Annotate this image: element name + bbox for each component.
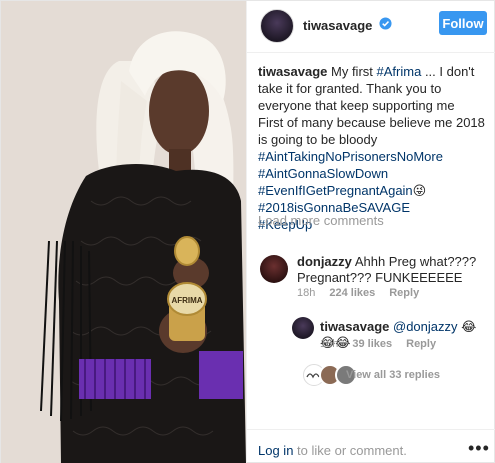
comment-username[interactable]: tiwasavage	[320, 319, 389, 334]
caption-hashtag-afrima[interactable]: #Afrima	[377, 64, 422, 79]
comment: donjazzy Ahhh Preg what???? Pregnant??? …	[297, 254, 487, 286]
post-caption: tiwasavage My first #Afrima ... I don't …	[258, 63, 490, 233]
avatar[interactable]	[260, 9, 294, 43]
more-options-icon[interactable]: •••	[468, 438, 490, 459]
post-footer: Log in to like or comment. •••	[247, 429, 495, 463]
instagram-post: AFRIMA tiwasavage Follow tiwasavage My f…	[0, 0, 495, 463]
caption-hashtag[interactable]: #AintTakingNoPrisonersNoMore	[258, 148, 490, 165]
post-photo[interactable]: AFRIMA	[1, 1, 246, 463]
caption-line-3: First of many because believe me 2018 is…	[258, 115, 485, 147]
avatar[interactable]	[260, 255, 288, 283]
caption-text-1: My first	[331, 64, 373, 79]
post-header: tiwasavage Follow	[247, 1, 495, 53]
comment-username[interactable]: donjazzy	[297, 254, 352, 269]
comment-meta: 18h 39 likes Reply	[320, 338, 436, 350]
reply-button[interactable]: Reply	[406, 338, 436, 350]
caption-hashtag[interactable]: #AintGonnaSlowDown	[258, 165, 490, 182]
login-link[interactable]: Log in	[258, 443, 293, 458]
comment-likes[interactable]: 224 likes	[329, 287, 375, 299]
svg-text:AFRIMA: AFRIMA	[171, 296, 202, 305]
comment-time[interactable]: 18h	[297, 287, 315, 299]
footer-text: Log in to like or comment.	[258, 443, 407, 458]
follow-button[interactable]: Follow	[439, 11, 487, 35]
comment-meta: 18h 224 likes Reply	[297, 287, 419, 299]
post-side-panel: tiwasavage Follow tiwasavage My first #A…	[246, 1, 495, 463]
caption-username[interactable]: tiwasavage	[258, 64, 327, 79]
comment-time[interactable]: 18h	[320, 338, 338, 350]
comment-mention[interactable]: @donjazzy	[393, 319, 458, 334]
photo-illustration: AFRIMA	[1, 1, 246, 463]
post-username[interactable]: tiwasavage	[303, 18, 372, 33]
reply-button[interactable]: Reply	[389, 287, 419, 299]
load-more-comments-link[interactable]: Load more comments	[258, 213, 384, 228]
view-replies-link[interactable]: View all 33 replies	[346, 369, 440, 381]
comment-likes[interactable]: 39 likes	[352, 338, 392, 350]
verified-badge-icon	[379, 17, 392, 30]
avatar[interactable]	[292, 317, 314, 339]
footer-text-rest: to like or comment.	[297, 443, 407, 458]
wink-emoji: 😜	[412, 183, 427, 198]
caption-hashtag[interactable]: #EvenIfIGetPregnantAgain	[258, 183, 413, 198]
